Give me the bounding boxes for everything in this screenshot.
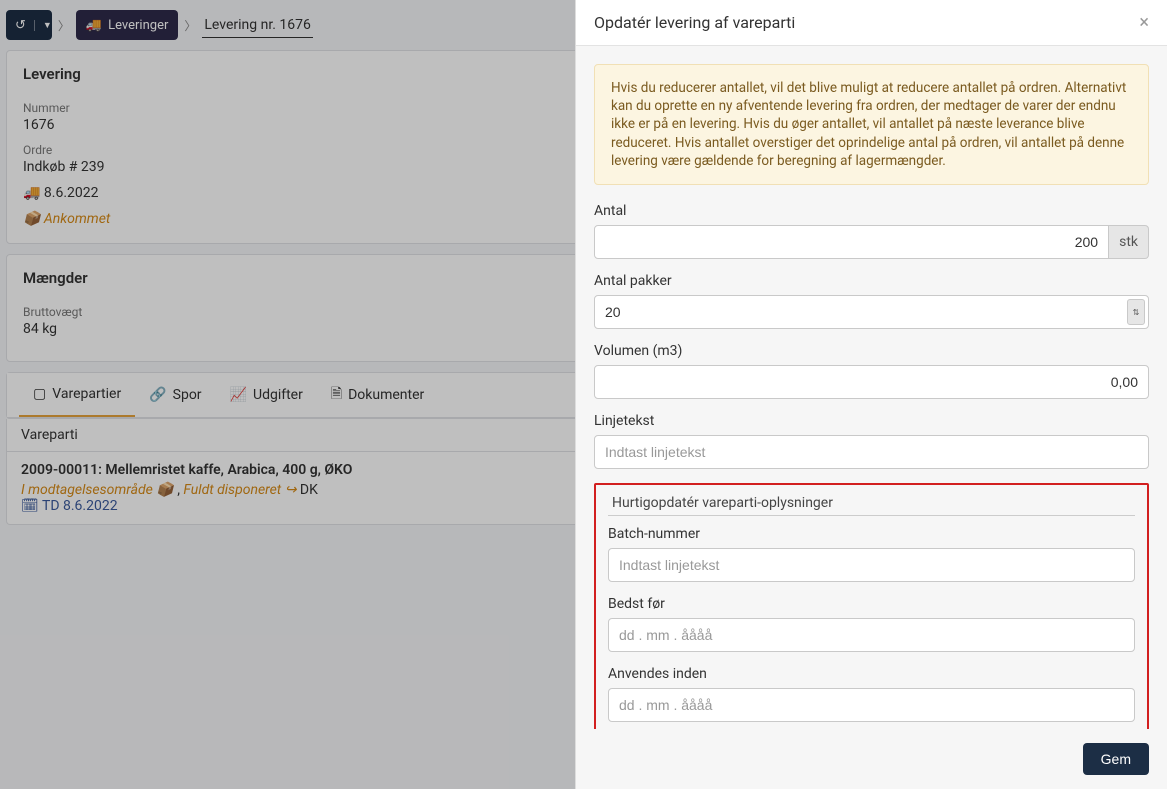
vol-label: Volumen (m3) <box>594 343 1149 359</box>
anvendes-label: Anvendes inden <box>608 666 1135 682</box>
linje-input[interactable] <box>594 435 1149 469</box>
anvendes-input[interactable] <box>608 688 1135 722</box>
section-title: Hurtigopdatér vareparti-oplysninger <box>608 495 1135 516</box>
antal-input[interactable] <box>594 225 1109 259</box>
linje-label: Linjetekst <box>594 413 1149 429</box>
warning-box: Hvis du reducerer antallet, vil det bliv… <box>594 64 1149 185</box>
close-icon[interactable]: × <box>1139 12 1149 33</box>
drawer: Opdatér levering af vareparti × Hvis du … <box>575 0 1167 789</box>
bedst-label: Bedst før <box>608 596 1135 612</box>
pakker-label: Antal pakker <box>594 273 1149 289</box>
drawer-header: Opdatér levering af vareparti × <box>576 0 1167 46</box>
bedst-input[interactable] <box>608 618 1135 652</box>
vol-input[interactable] <box>594 365 1149 399</box>
batchno-input[interactable] <box>608 548 1135 582</box>
antal-label: Antal <box>594 203 1149 219</box>
stepper-icon[interactable]: ⇅ <box>1127 299 1145 325</box>
pakker-input[interactable] <box>594 295 1149 329</box>
quickupdate-section: Hurtigopdatér vareparti-oplysninger Batc… <box>594 483 1149 729</box>
save-button[interactable]: Gem <box>1083 743 1149 775</box>
antal-unit: stk <box>1109 225 1149 259</box>
batchno-label: Batch-nummer <box>608 526 1135 542</box>
drawer-title: Opdatér levering af vareparti <box>594 13 795 32</box>
